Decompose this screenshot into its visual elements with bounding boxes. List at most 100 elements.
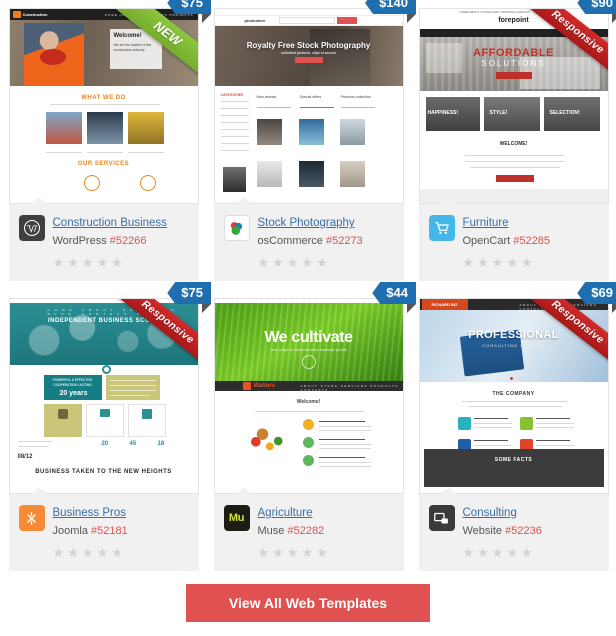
preview-stat-3: 18 — [157, 441, 165, 447]
price-tag: $69 — [577, 282, 616, 304]
preview-hero-sub: unlimited pictures, clips of access — [280, 51, 337, 55]
preview-col-1: New arrivals — [256, 95, 277, 99]
wordpress-icon — [18, 215, 45, 241]
template-info: Business Pros Joomla #52181 ★★★★★ — [8, 486, 199, 572]
oscommerce-icon — [223, 215, 250, 241]
preview-col-3: Premium collection — [340, 95, 371, 99]
rating-stars[interactable]: ★★★★★ — [258, 546, 394, 559]
template-item-number: #52266 — [109, 235, 147, 248]
template-platform: Website #52236 — [462, 525, 542, 538]
template-item-number: #52282 — [287, 525, 325, 538]
preview-brand: Construction — [22, 12, 48, 17]
template-item-number: #52273 — [325, 235, 363, 248]
template-card[interactable]: HOME ABOUT SERVICES BLOG CONTACT US INDE… — [5, 282, 211, 580]
template-card[interactable]: We cultivate new crops to make farmers i… — [210, 282, 416, 580]
website-icon — [428, 505, 455, 531]
preview-welcome: WELCOME! — [499, 141, 528, 147]
price-tag-fold — [407, 14, 416, 23]
template-platform: osCommerce #52273 — [257, 235, 363, 248]
preview-brand: RICHARD BIZ — [421, 299, 468, 310]
preview-brand: Walters — [253, 383, 276, 389]
rating-stars[interactable]: ★★★★★ — [53, 256, 189, 269]
preview-logo-icon — [12, 11, 21, 18]
preview-tile-1: HAPPINESS! — [427, 110, 459, 116]
template-platform: WordPress #52266 — [52, 235, 147, 248]
preview-hero-heading: We cultivate — [264, 329, 353, 346]
template-thumbnail[interactable]: photostore Royalty Free Stock Photograph… — [213, 8, 404, 204]
price-tag-fold — [612, 304, 616, 313]
rating-stars[interactable]: ★★★★★ — [463, 256, 599, 269]
template-card[interactable]: RICHARD BIZ ABOUT PROJECTS SERVICES CONT… — [415, 282, 616, 580]
preview-welcome: Welcome! — [296, 399, 321, 405]
template-platform: Joomla #52181 — [52, 525, 128, 538]
template-thumbnail[interactable]: We cultivate new crops to make farmers i… — [213, 298, 404, 494]
template-card[interactable]: HOME ABOUT US DELIVERY SHIPPING CONTACT … — [415, 0, 616, 290]
preview-hero-sub: CONSULTING SERVICE — [482, 343, 545, 348]
preview-sidebar-heading: CATEGORIES — [220, 93, 244, 97]
template-card[interactable]: photostore Royalty Free Stock Photograph… — [210, 0, 416, 290]
preview-section-1: THE COMPANY — [492, 391, 535, 397]
price-tag-fold — [612, 14, 616, 23]
template-thumbnail[interactable]: RICHARD BIZ ABOUT PROJECTS SERVICES CONT… — [418, 298, 609, 494]
preview-footer-heading: BUSINESS TAKEN TO THE NEW HEIGHTS — [35, 469, 172, 475]
preview-hero-heading: Royalty Free Stock Photography — [246, 41, 371, 50]
template-thumbnail[interactable]: Construction HOME ABOUT US SERVICES PROJ… — [8, 8, 199, 204]
preview-section-1: WHAT WE DO — [81, 95, 126, 101]
price-tag: $44 — [372, 282, 416, 304]
template-thumbnail[interactable]: HOME ABOUT US DELIVERY SHIPPING CONTACT … — [418, 8, 609, 204]
rating-stars[interactable]: ★★★★★ — [53, 546, 189, 559]
preview-hero-sub: new crops to make farmers increase profi… — [270, 347, 347, 352]
template-name-link[interactable]: Furniture — [463, 216, 550, 230]
template-gallery-page: Construction HOME ABOUT US SERVICES PROJ… — [0, 0, 616, 636]
preview-hero-sub: SOLUTIONS — [481, 59, 546, 68]
template-item-number: #52285 — [513, 235, 550, 248]
template-name-link[interactable]: Construction Business — [53, 216, 167, 230]
template-name-link[interactable]: Business Pros — [53, 506, 128, 520]
preview-tile-3: SELECTION! — [549, 110, 580, 116]
template-name-link[interactable]: Stock Photography — [258, 216, 363, 230]
rating-stars[interactable]: ★★★★★ — [463, 546, 599, 559]
preview-mockup-agriculture: We cultivate new crops to make farmers i… — [214, 299, 403, 493]
template-platform: OpenCart #52285 — [462, 235, 550, 248]
rating-stars[interactable]: ★★★★★ — [258, 256, 394, 269]
preview-panel-value: 20 years — [59, 390, 88, 397]
preview-mockup-stock-photography: photostore Royalty Free Stock Photograph… — [214, 9, 403, 203]
preview-section-2: OUR SERVICES — [77, 161, 130, 167]
preview-col-2: Special offers — [299, 95, 322, 99]
preview-nav: ABOUT STORE SERVICES PRODUCTS CONTACTS — [300, 384, 400, 392]
template-thumbnail[interactable]: HOME ABOUT SERVICES BLOG CONTACT US INDE… — [8, 298, 199, 494]
preview-hero-heading: AFFORDABLE — [473, 47, 554, 59]
template-platform: Muse #52282 — [257, 525, 325, 538]
preview-section-2: SOME FACTS — [494, 457, 533, 463]
price-tag: $75 — [167, 0, 211, 14]
template-name-link[interactable]: Consulting — [463, 506, 542, 520]
template-item-number: #52181 — [91, 525, 128, 538]
template-name-link[interactable]: Agriculture — [258, 506, 325, 520]
view-all-web-templates-button[interactable]: View All Web Templates — [186, 584, 430, 622]
template-info: Stock Photography osCommerce #52273 ★★★★… — [213, 196, 404, 282]
price-tag: $140 — [365, 0, 416, 14]
preview-date: 08/12 — [17, 454, 33, 460]
template-info: Furniture OpenCart #52285 ★★★★★ — [418, 196, 609, 282]
muse-icon: Mu — [223, 505, 250, 531]
template-info: Consulting Website #52236 ★★★★★ — [418, 486, 609, 572]
preview-hero-sub: We are the leaders in the construction i… — [113, 43, 152, 53]
preview-stat-1: 20 — [101, 441, 109, 447]
template-info: Construction Business WordPress #52266 ★… — [8, 196, 199, 282]
template-info: Mu Agriculture Muse #52282 ★★★★★ — [213, 486, 404, 572]
price-tag: $75 — [167, 282, 211, 304]
preview-panel-heading: POWERFUL & EFFECTIVE COOPERATION LASTING — [52, 378, 93, 387]
preview-brand: photostore — [244, 18, 266, 23]
joomla-icon — [18, 505, 45, 531]
opencart-icon — [428, 215, 455, 241]
gallery-footer: View All Web Templates — [0, 580, 616, 622]
price-tag-fold — [202, 14, 211, 23]
template-item-number: #52236 — [505, 525, 542, 538]
template-card[interactable]: Construction HOME ABOUT US SERVICES PROJ… — [5, 0, 211, 290]
template-grid: Construction HOME ABOUT US SERVICES PROJ… — [0, 0, 616, 580]
price-tag-fold — [407, 304, 416, 313]
preview-hero-heading: Welcome! — [113, 33, 142, 39]
preview-tile-2: STYLE! — [489, 110, 508, 116]
price-tag-fold — [202, 304, 211, 313]
preview-stat-2: 45 — [129, 441, 137, 447]
